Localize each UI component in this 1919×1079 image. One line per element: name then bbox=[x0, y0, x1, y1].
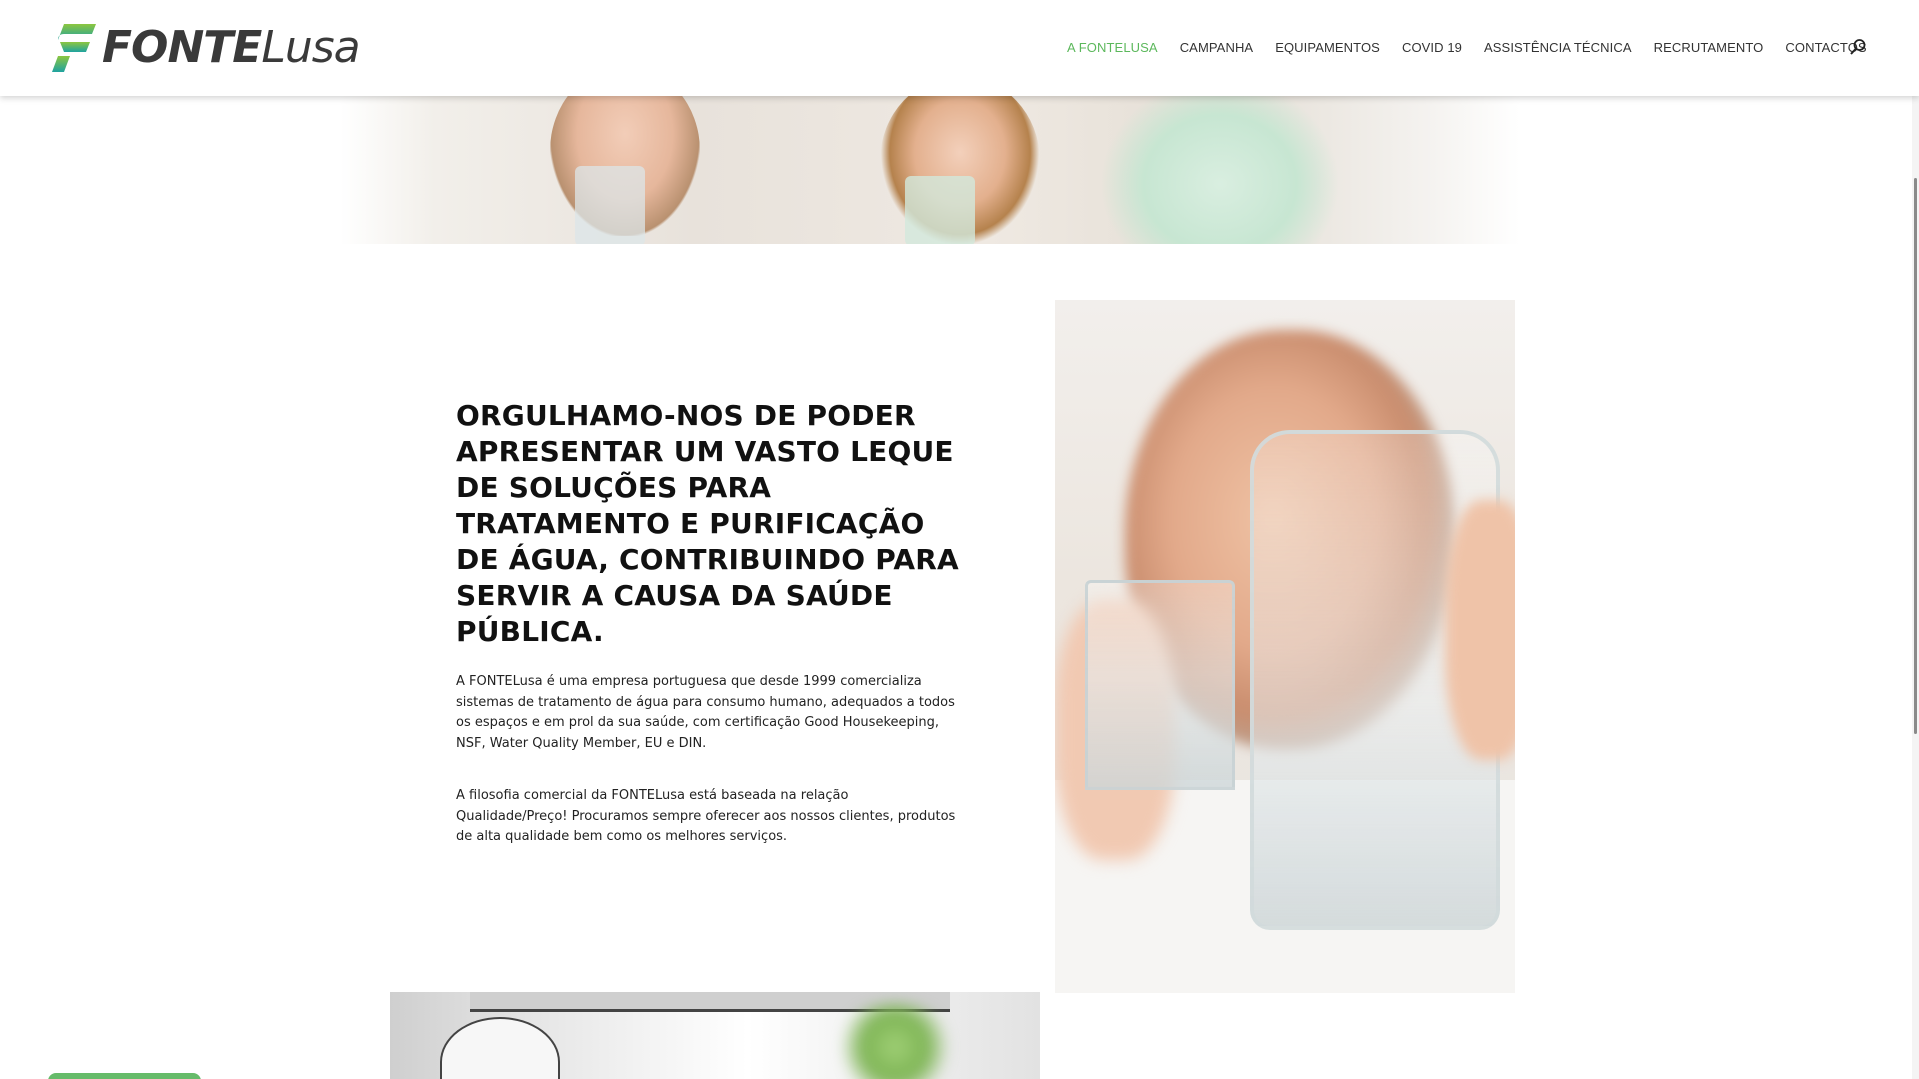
philosophy-paragraph: A filosofia comercial da FONTELusa está … bbox=[456, 788, 956, 844]
nav-item-covid-19[interactable]: COVID 19 bbox=[1402, 40, 1462, 55]
search-icon[interactable] bbox=[1849, 38, 1867, 56]
children-drinking-water-image bbox=[340, 96, 1520, 244]
fontelusa-logo[interactable]: FONTELusa bbox=[50, 22, 361, 74]
main-nav: A FONTELUSA CAMPANHA EQUIPAMENTOS COVID … bbox=[1067, 40, 1889, 55]
site-header: FONTELusa A FONTELUSA CAMPANHA EQUIPAMEN… bbox=[0, 0, 1919, 96]
scrollbar-thumb[interactable] bbox=[1914, 178, 1917, 734]
nav-item-a-fontelusa[interactable]: A FONTELUSA bbox=[1067, 40, 1158, 55]
chat-widget-tab[interactable] bbox=[48, 1073, 201, 1079]
hero-banner bbox=[0, 96, 1919, 244]
section-headline: ORGULHAMO-NOS DE PODER APRESENTAR UM VAS… bbox=[456, 399, 959, 648]
about-paragraph: A FONTELusa é uma empresa portuguesa que… bbox=[456, 674, 955, 751]
nav-item-assistencia-tecnica[interactable]: ASSISTÊNCIA TÉCNICA bbox=[1484, 40, 1632, 55]
nav-item-campanha[interactable]: CAMPANHA bbox=[1180, 40, 1254, 55]
leaf-logo-icon bbox=[52, 24, 96, 72]
woman-with-water-jug-image bbox=[1055, 300, 1515, 993]
water-equipment-image bbox=[390, 992, 1040, 1079]
nav-item-equipamentos[interactable]: EQUIPAMENTOS bbox=[1275, 40, 1380, 55]
nav-item-recrutamento[interactable]: RECRUTAMENTO bbox=[1654, 40, 1764, 55]
logo-wordmark: FONTELusa bbox=[102, 22, 361, 73]
